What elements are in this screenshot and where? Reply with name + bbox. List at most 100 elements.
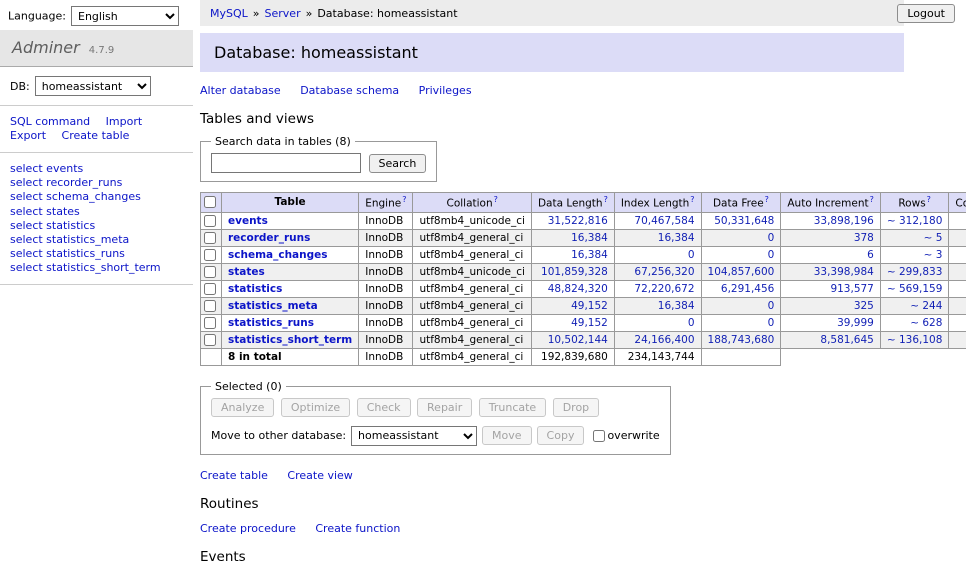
data-length-link[interactable]: 10,502,144 — [548, 334, 608, 346]
table-name-link[interactable]: statistics — [228, 283, 282, 295]
data-length-link[interactable]: 101,859,328 — [541, 266, 608, 278]
auto-increment-link[interactable]: 6 — [867, 249, 874, 261]
column-help-link[interactable]: ? — [604, 195, 608, 204]
sidebar-link-import[interactable]: Import — [106, 115, 143, 128]
table-name-link[interactable]: recorder_runs — [228, 232, 310, 244]
data-length-link[interactable]: 16,384 — [571, 232, 608, 244]
breadcrumb-link-mysql[interactable]: MySQL — [210, 7, 248, 20]
table-name-link[interactable]: statistics_short_term — [228, 334, 352, 346]
data-free-link[interactable]: 188,743,680 — [708, 334, 775, 346]
check-button[interactable]: Check — [357, 398, 411, 417]
rows-link[interactable]: ~ 312,180 — [887, 215, 943, 227]
create-function-link[interactable]: Create function — [315, 522, 400, 535]
sidebar-link-export[interactable]: Export — [10, 129, 46, 142]
data-free-link[interactable]: 0 — [768, 232, 775, 244]
create-table-link[interactable]: Create table — [200, 469, 268, 482]
row-select-checkbox[interactable] — [204, 215, 216, 227]
language-select[interactable]: English — [71, 6, 179, 26]
row-select-checkbox[interactable] — [204, 249, 216, 261]
index-length-link[interactable]: 0 — [688, 317, 695, 329]
table-name-link[interactable]: schema_changes — [228, 249, 328, 261]
data-length-link[interactable]: 49,152 — [571, 317, 608, 329]
column-help-link[interactable]: ? — [494, 195, 498, 204]
logout-button[interactable]: Logout — [897, 4, 955, 23]
rows-link[interactable]: ~ 136,108 — [887, 334, 943, 346]
index-length-link[interactable]: 24,166,400 — [634, 334, 694, 346]
data-free-link[interactable]: 0 — [768, 300, 775, 312]
sidebar-table-link-statistics[interactable]: select statistics — [10, 218, 183, 232]
create-view-link[interactable]: Create view — [287, 469, 352, 482]
optimize-button[interactable]: Optimize — [281, 398, 350, 417]
auto-increment-link[interactable]: 39,999 — [837, 317, 874, 329]
data-free-link[interactable]: 0 — [768, 249, 775, 261]
rows-link[interactable]: ~ 628 — [910, 317, 942, 329]
auto-increment-link[interactable]: 8,581,645 — [820, 334, 873, 346]
data-free-link[interactable]: 6,291,456 — [721, 283, 774, 295]
privileges-link[interactable]: Privileges — [419, 84, 472, 97]
column-help-link[interactable]: ? — [765, 195, 769, 204]
auto-increment-link[interactable]: 33,898,196 — [814, 215, 874, 227]
sidebar-link-create-table[interactable]: Create table — [62, 129, 130, 142]
rows-link[interactable]: ~ 299,833 — [887, 266, 943, 278]
table-name-link[interactable]: statistics_runs — [228, 317, 314, 329]
index-length-link[interactable]: 70,467,584 — [634, 215, 694, 227]
rows-link[interactable]: ~ 244 — [910, 300, 942, 312]
overwrite-checkbox[interactable] — [593, 430, 605, 442]
row-select-checkbox[interactable] — [204, 317, 216, 329]
row-select-checkbox[interactable] — [204, 334, 216, 346]
table-name-link[interactable]: states — [228, 266, 265, 278]
auto-increment-link[interactable]: 325 — [854, 300, 874, 312]
sidebar-table-link-schema-changes[interactable]: select schema_changes — [10, 190, 183, 204]
table-name-link[interactable]: statistics_meta — [228, 300, 318, 312]
auto-increment-link[interactable]: 378 — [854, 232, 874, 244]
data-free-link[interactable]: 50,331,648 — [714, 215, 774, 227]
sidebar-table-link-statistics-meta[interactable]: select statistics_meta — [10, 232, 183, 246]
database-schema-link[interactable]: Database schema — [300, 84, 399, 97]
sidebar-link-sql-command[interactable]: SQL command — [10, 115, 90, 128]
data-free-link[interactable]: 104,857,600 — [708, 266, 775, 278]
sidebar-table-link-statistics-runs[interactable]: select statistics_runs — [10, 247, 183, 261]
alter-database-link[interactable]: Alter database — [200, 84, 281, 97]
column-help-link[interactable]: ? — [927, 195, 931, 204]
truncate-button[interactable]: Truncate — [479, 398, 546, 417]
select-all-checkbox[interactable] — [204, 196, 216, 208]
sidebar-table-link-recorder-runs[interactable]: select recorder_runs — [10, 176, 183, 190]
data-length-link[interactable]: 31,522,816 — [548, 215, 608, 227]
sidebar-table-link-statistics-short-term[interactable]: select statistics_short_term — [10, 261, 183, 275]
row-select-checkbox[interactable] — [204, 266, 216, 278]
index-length-link[interactable]: 72,220,672 — [634, 283, 694, 295]
db-select[interactable]: homeassistant — [35, 76, 151, 96]
repair-button[interactable]: Repair — [417, 398, 472, 417]
column-help-link[interactable]: ? — [870, 195, 874, 204]
drop-button[interactable]: Drop — [553, 398, 599, 417]
sidebar-table-link-states[interactable]: select states — [10, 204, 183, 218]
auto-increment-link[interactable]: 913,577 — [830, 283, 873, 295]
rows-link[interactable]: ~ 5 — [924, 232, 943, 244]
rows-link[interactable]: ~ 3 — [924, 249, 943, 261]
search-button[interactable]: Search — [369, 154, 427, 173]
table-name-link[interactable]: events — [228, 215, 268, 227]
create-procedure-link[interactable]: Create procedure — [200, 522, 296, 535]
analyze-button[interactable]: Analyze — [211, 398, 274, 417]
move-db-select[interactable]: homeassistant — [351, 426, 477, 446]
data-length-link[interactable]: 49,152 — [571, 300, 608, 312]
index-length-link[interactable]: 16,384 — [658, 232, 695, 244]
search-input[interactable] — [211, 153, 361, 173]
index-length-link[interactable]: 67,256,320 — [634, 266, 694, 278]
index-length-link[interactable]: 0 — [688, 249, 695, 261]
row-select-checkbox[interactable] — [204, 300, 216, 312]
sidebar-table-link-events[interactable]: select events — [10, 162, 183, 176]
adminer-logo-link[interactable]: Adminer — [12, 38, 80, 57]
breadcrumb-link-server[interactable]: Server — [265, 7, 301, 20]
data-length-link[interactable]: 16,384 — [571, 249, 608, 261]
auto-increment-link[interactable]: 33,398,984 — [814, 266, 874, 278]
copy-button[interactable]: Copy — [537, 426, 585, 445]
row-select-checkbox[interactable] — [204, 232, 216, 244]
column-help-link[interactable]: ? — [690, 195, 694, 204]
data-length-link[interactable]: 48,824,320 — [548, 283, 608, 295]
column-help-link[interactable]: ? — [402, 195, 406, 204]
index-length-link[interactable]: 16,384 — [658, 300, 695, 312]
data-free-link[interactable]: 0 — [768, 317, 775, 329]
move-button[interactable]: Move — [482, 426, 532, 445]
row-select-checkbox[interactable] — [204, 283, 216, 295]
